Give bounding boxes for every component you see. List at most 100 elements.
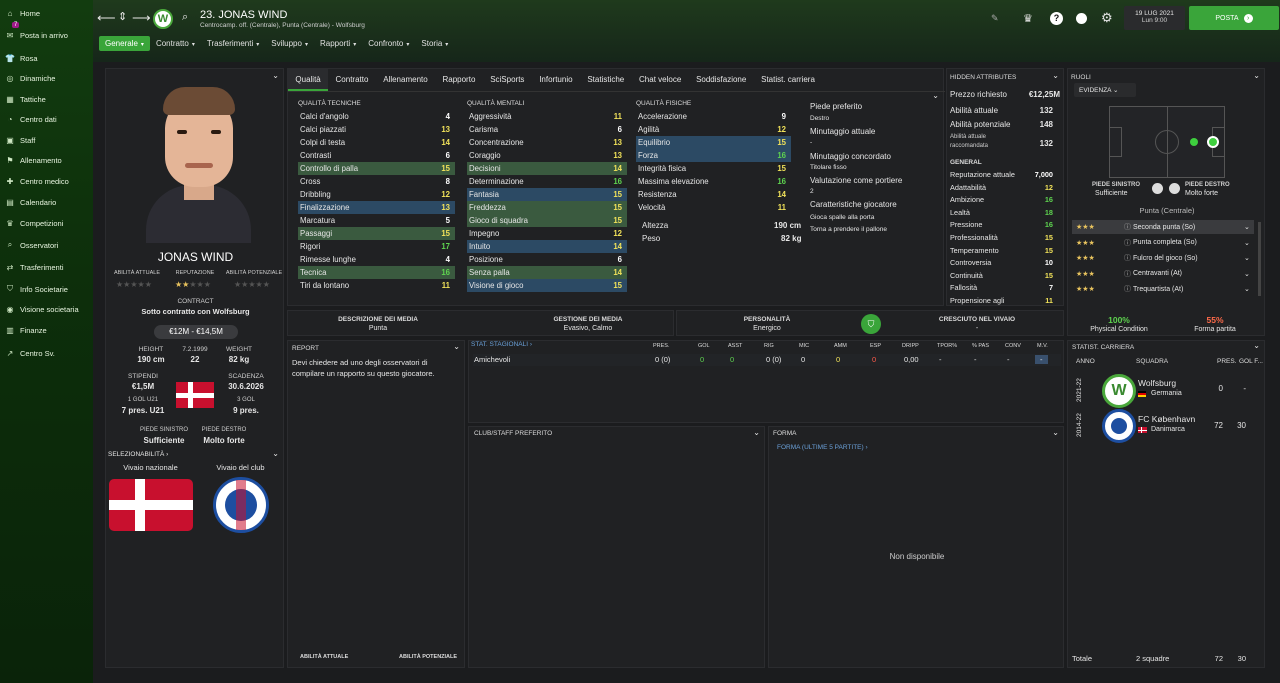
- tab-4[interactable]: Rapporti ▾: [314, 36, 362, 51]
- edit-icon[interactable]: ✎: [991, 13, 999, 24]
- attribute-row[interactable]: Carisma 6: [467, 123, 627, 136]
- attribute-row[interactable]: Integrità fisica 15: [636, 162, 791, 175]
- attribute-row[interactable]: Impegno 12: [467, 227, 627, 240]
- attribute-row[interactable]: Calci d'angolo 4: [298, 110, 455, 123]
- attribute-row[interactable]: Rigori 17: [298, 240, 455, 253]
- attribute-row[interactable]: Dribbling 12: [298, 188, 455, 201]
- attribute-row[interactable]: Visione di gioco 15: [467, 279, 627, 292]
- attribute-row[interactable]: Posizione 6: [467, 253, 627, 266]
- sidebar-item-15[interactable]: ▥ Finanze: [0, 321, 93, 339]
- subtab-3[interactable]: Rapporto: [435, 69, 483, 91]
- forward-arrow-icon[interactable]: ⟶: [132, 10, 151, 26]
- tab-6[interactable]: Storia ▾: [415, 36, 454, 51]
- sidebar-item-12[interactable]: ⇄ Trasferimenti: [0, 258, 93, 276]
- attribute-row[interactable]: Aggressività 11: [467, 110, 627, 123]
- role-chevron-icon[interactable]: ⌄: [1244, 239, 1254, 247]
- value-pill[interactable]: €12M - €14,5M: [154, 325, 238, 339]
- tab-1[interactable]: Contratto ▾: [150, 36, 201, 51]
- settings-gear-icon[interactable]: ⚙: [1101, 10, 1113, 26]
- sidebar-item-3[interactable]: ◎ Dinamiche: [0, 69, 93, 87]
- subtab-9[interactable]: Statist. carriera: [754, 69, 823, 91]
- report-chevron-icon[interactable]: ⌄: [453, 342, 460, 351]
- form-chevron-icon[interactable]: ⌄: [1052, 428, 1059, 437]
- attribute-row[interactable]: Freddezza 15: [467, 201, 627, 214]
- subtab-4[interactable]: SciSports: [483, 69, 532, 91]
- attribute-row[interactable]: Marcatura 5: [298, 214, 455, 227]
- tab-0[interactable]: Generale ▾: [99, 36, 150, 51]
- back-arrow-icon[interactable]: ⟵: [97, 10, 116, 26]
- eligibility-link[interactable]: SELEZIONABILITÀ ›: [108, 451, 168, 458]
- attribute-row[interactable]: Calci piazzati 13: [298, 123, 455, 136]
- chevron-down-icon[interactable]: ⌄: [272, 71, 279, 80]
- attribute-row[interactable]: Resistenza 14: [636, 188, 791, 201]
- attribute-row[interactable]: Massima elevazione 16: [636, 175, 791, 188]
- attribute-row[interactable]: Velocità 11: [636, 201, 791, 214]
- search-icon[interactable]: ⌕: [182, 11, 188, 24]
- subtab-1[interactable]: Contratto: [328, 69, 376, 91]
- sidebar-item-2[interactable]: 👕 Rosa: [0, 49, 93, 67]
- roles-chevron-icon[interactable]: ⌄: [1253, 71, 1260, 80]
- subtab-0[interactable]: Qualità: [288, 69, 329, 91]
- attribute-row[interactable]: Cross 8: [298, 175, 455, 188]
- role-chevron-icon[interactable]: ⌄: [1244, 285, 1254, 293]
- subtab-6[interactable]: Statistiche: [580, 69, 632, 91]
- posta-button[interactable]: POSTA ›: [1189, 6, 1279, 30]
- attribute-row[interactable]: Equilibrio 15: [636, 136, 791, 149]
- attribute-row[interactable]: Concentrazione 13: [467, 136, 627, 149]
- highlight-dropdown[interactable]: EVIDENZA ⌄: [1074, 83, 1136, 97]
- attribute-row[interactable]: Agilità 12: [636, 123, 791, 136]
- role-chevron-icon[interactable]: ⌄: [1244, 254, 1254, 262]
- club-chevron-icon[interactable]: ⌄: [753, 428, 760, 437]
- role-chevron-icon[interactable]: ⌄: [1244, 270, 1254, 278]
- subtab-7[interactable]: Chat veloce: [632, 69, 689, 91]
- attribute-row[interactable]: Forza 16: [636, 149, 791, 162]
- attribute-row[interactable]: Accelerazione 9: [636, 110, 791, 123]
- attribute-row[interactable]: Colpi di testa 14: [298, 136, 455, 149]
- attribute-row[interactable]: Tiri da lontano 11: [298, 279, 455, 292]
- sidebar-item-5[interactable]: ◔ Centro dati: [0, 110, 93, 128]
- role-row[interactable]: ★★★ ⓘ Centravanti (At) ⌄: [1072, 267, 1254, 281]
- role-row[interactable]: ★★★ ⓘ Trequartista (At) ⌄: [1072, 282, 1254, 296]
- panel-chevron-icon[interactable]: ⌄: [932, 91, 939, 100]
- attribute-row[interactable]: Passaggi 15: [298, 227, 455, 240]
- attribute-row[interactable]: Decisioni 14: [467, 162, 627, 175]
- attribute-row[interactable]: Determinazione 16: [467, 175, 627, 188]
- tab-5[interactable]: Confronto ▾: [362, 36, 415, 51]
- sidebar-item-7[interactable]: ⚑ Allenamento: [0, 151, 93, 169]
- tab-3[interactable]: Sviluppo ▾: [265, 36, 314, 51]
- sidebar-item-4[interactable]: ▦ Tattiche: [0, 90, 93, 108]
- form-last5-link[interactable]: FORMA (ULTIME 5 PARTITE) ›: [777, 444, 868, 451]
- sidebar-item-11[interactable]: ⌕ Osservatori: [0, 236, 93, 254]
- attribute-row[interactable]: Contrasti 6: [298, 149, 455, 162]
- attribute-row[interactable]: Gioco di squadra 15: [467, 214, 627, 227]
- sidebar-item-0[interactable]: ⌂ Home: [0, 4, 93, 22]
- up-down-icon[interactable]: ⇕: [118, 10, 127, 23]
- sidebar-item-16[interactable]: ↗ Centro Sv.: [0, 344, 93, 362]
- attribute-row[interactable]: Finalizzazione 13: [298, 201, 455, 214]
- sidebar-item-13[interactable]: ⛉ Info Societarie: [0, 280, 93, 298]
- attribute-row[interactable]: Tecnica 16: [298, 266, 455, 279]
- sidebar-item-6[interactable]: ▣ Staff: [0, 131, 93, 149]
- eligibility-chevron-icon[interactable]: ⌄: [272, 449, 279, 458]
- attribute-row[interactable]: Intuito 14: [467, 240, 627, 253]
- role-row[interactable]: ★★★ ⓘ Punta completa (So) ⌄: [1072, 236, 1254, 250]
- sidebar-item-10[interactable]: ♛ Competizioni: [0, 214, 93, 232]
- attribute-row[interactable]: Rimesse lunghe 4: [298, 253, 455, 266]
- subtab-2[interactable]: Allenamento: [376, 69, 435, 91]
- sidebar-item-14[interactable]: ◉ Visione societaria: [0, 300, 93, 318]
- sidebar-item-8[interactable]: ✚ Centro medico: [0, 172, 93, 190]
- award-icon[interactable]: ♛: [1023, 12, 1033, 25]
- sidebar-item-9[interactable]: ▤ Calendario: [0, 193, 93, 211]
- attribute-row[interactable]: Fantasia 15: [467, 188, 627, 201]
- attribute-row[interactable]: Senza palla 14: [467, 266, 627, 279]
- ball-icon[interactable]: [1076, 13, 1087, 24]
- subtab-8[interactable]: Soddisfazione: [689, 69, 754, 91]
- role-chevron-icon[interactable]: ⌄: [1244, 223, 1254, 231]
- role-row[interactable]: ★★★ ⓘ Seconda punta (So) ⌄: [1072, 220, 1254, 234]
- tab-2[interactable]: Trasferimenti ▾: [201, 36, 265, 51]
- attribute-row[interactable]: Controllo di palla 15: [298, 162, 455, 175]
- career-chevron-icon[interactable]: ⌄: [1253, 341, 1260, 350]
- date-box[interactable]: 19 LUG 2021 Lun 9:00: [1124, 6, 1185, 30]
- attribute-row[interactable]: Coraggio 13: [467, 149, 627, 162]
- help-icon[interactable]: ?: [1050, 12, 1063, 25]
